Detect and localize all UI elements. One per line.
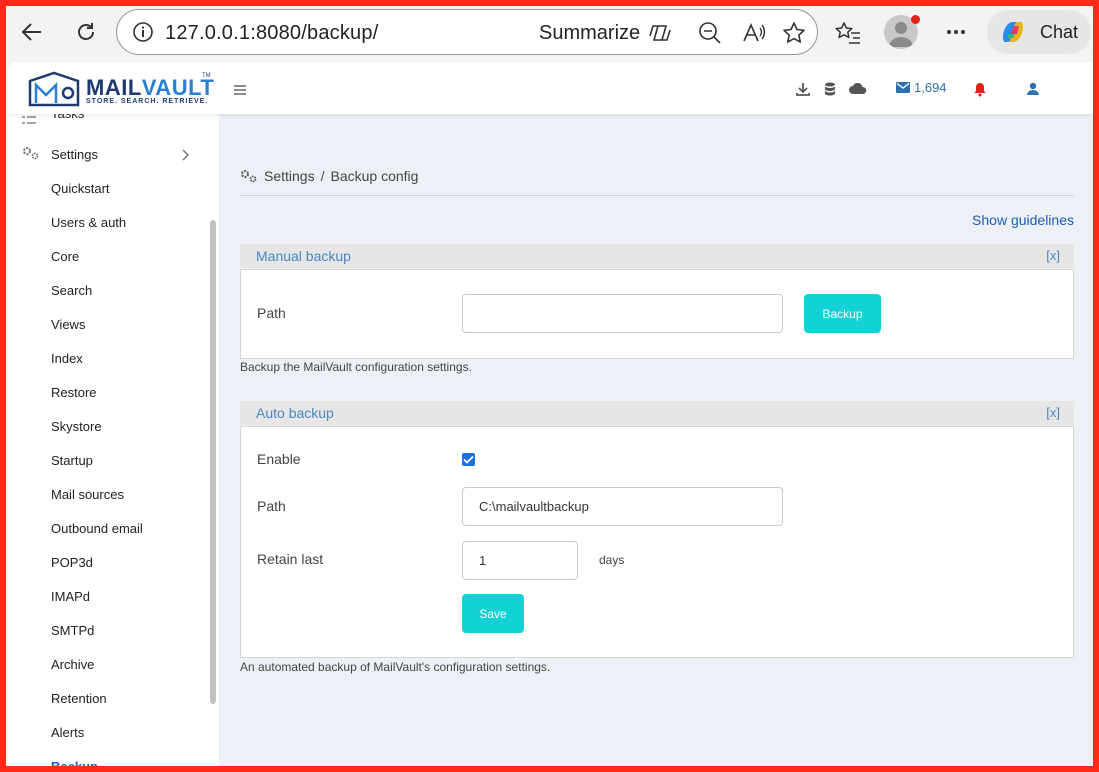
summarize-button[interactable]: Summarize: [539, 22, 640, 45]
manual-backup-title: Manual backup: [256, 248, 351, 264]
sidebar-item-alerts[interactable]: Alerts: [51, 725, 84, 740]
back-icon[interactable]: [18, 18, 46, 46]
chevron-right-icon[interactable]: [182, 148, 190, 166]
manual-backup-header: Manual backup [x]: [240, 244, 1074, 268]
sidebar-item-restore[interactable]: Restore: [51, 385, 97, 400]
sidebar-item-search[interactable]: Search: [51, 283, 92, 298]
browser-toolbar: 127.0.0.1:8080/backup/ Summarize Chat: [6, 6, 1093, 60]
hamburger-menu-icon[interactable]: [234, 82, 246, 95]
retain-label: Retain last: [257, 551, 324, 567]
info-icon[interactable]: [131, 20, 157, 46]
main-content: Settings / Backup config Show guidelines…: [240, 62, 1074, 766]
sidebar-item-core[interactable]: Core: [51, 249, 79, 264]
sidebar-scrollbar[interactable]: [210, 220, 216, 704]
enable-label: Enable: [257, 451, 301, 467]
retain-days-input[interactable]: 1: [462, 541, 578, 580]
manual-path-label: Path: [257, 305, 286, 321]
manual-backup-note: Backup the MailVault configuration setti…: [240, 360, 472, 374]
settings-sidebar: Tasks Settings Quickstart Users & auth Cor…: [8, 62, 219, 766]
chat-label: Chat: [1040, 22, 1079, 42]
app-page: MAILVAULT TM STORE. SEARCH. RETRIEVE. 1,…: [8, 62, 1093, 766]
auto-backup-header: Auto backup [x]: [240, 401, 1074, 425]
notification-dot: [911, 15, 920, 24]
sidebar-item-index[interactable]: Index: [51, 351, 83, 366]
enable-checkbox[interactable]: [462, 453, 475, 466]
auto-backup-title: Auto backup: [256, 405, 334, 421]
auto-path-input[interactable]: C:\mailvaultbackup: [462, 487, 783, 526]
backup-button[interactable]: Backup: [804, 294, 881, 333]
sidebar-item-users-auth[interactable]: Users & auth: [51, 215, 126, 230]
tasks-icon: [22, 112, 36, 130]
auto-backup-close[interactable]: [x]: [1046, 405, 1060, 420]
app-header: MAILVAULT TM STORE. SEARCH. RETRIEVE. 1,…: [8, 62, 1093, 114]
copilot-summarize-icon[interactable]: [647, 20, 673, 46]
sidebar-item-pop3d[interactable]: POP3d: [51, 555, 93, 570]
breadcrumb-separator: /: [320, 168, 325, 184]
manual-path-input[interactable]: [462, 294, 783, 333]
read-aloud-icon[interactable]: [741, 20, 767, 46]
check-icon: [463, 455, 474, 464]
more-icon[interactable]: [942, 18, 970, 46]
settings-gears-icon: [241, 170, 257, 183]
download-icon[interactable]: [795, 81, 811, 97]
breadcrumb: Settings / Backup config: [240, 168, 418, 184]
zoom-out-icon[interactable]: [697, 20, 723, 46]
sidebar-item-outbound-email[interactable]: Outbound email: [51, 521, 143, 536]
copilot-chat-button[interactable]: Chat: [987, 10, 1091, 54]
refresh-icon[interactable]: [72, 18, 100, 46]
sidebar-item-settings[interactable]: Settings: [51, 147, 98, 162]
show-guidelines-link[interactable]: Show guidelines: [972, 212, 1074, 228]
address-bar[interactable]: 127.0.0.1:8080/backup/ Summarize: [116, 9, 818, 55]
cloud-icon[interactable]: [848, 81, 868, 97]
logo-tagline: STORE. SEARCH. RETRIEVE.: [86, 98, 209, 105]
mail-count-text: 1,694: [914, 80, 947, 95]
sidebar-item-retention[interactable]: Retention: [51, 691, 107, 706]
sidebar-item-startup[interactable]: Startup: [51, 453, 93, 468]
sidebar-item-views[interactable]: Views: [51, 317, 85, 332]
settings-gears-icon: [22, 146, 40, 165]
breadcrumb-divider: [240, 195, 1074, 196]
logo-tm: TM: [202, 73, 211, 79]
browser-window: 127.0.0.1:8080/backup/ Summarize Chat MA…: [6, 6, 1093, 766]
url-text[interactable]: 127.0.0.1:8080/backup/: [165, 22, 378, 45]
auto-path-label: Path: [257, 498, 286, 514]
user-icon[interactable]: [1025, 81, 1041, 97]
sidebar-item-archive[interactable]: Archive: [51, 657, 94, 672]
mailvault-logo[interactable]: MAILVAULT TM STORE. SEARCH. RETRIEVE.: [28, 71, 214, 107]
auto-backup-note: An automated backup of MailVault's confi…: [240, 660, 551, 674]
retain-unit: days: [599, 553, 625, 567]
vault-logo-icon: [28, 71, 80, 107]
bell-icon[interactable]: [972, 81, 988, 97]
logo-word-a: MAIL: [86, 75, 142, 100]
sidebar-item-skystore[interactable]: Skystore: [51, 419, 102, 434]
auto-backup-panel: Enable Path C:\mailvaultbackup Retain la…: [240, 426, 1074, 658]
envelope-icon: [896, 82, 910, 93]
copilot-icon: [997, 16, 1029, 48]
manual-backup-panel: Path Backup: [240, 269, 1074, 359]
sidebar-item-imapd[interactable]: IMAPd: [51, 589, 90, 604]
save-button[interactable]: Save: [462, 594, 524, 633]
breadcrumb-root[interactable]: Settings: [264, 168, 315, 184]
mail-count-link[interactable]: 1,694: [896, 80, 947, 95]
favorite-star-icon[interactable]: [781, 20, 807, 46]
sidebar-item-smtpd[interactable]: SMTPd: [51, 623, 94, 638]
breadcrumb-current: Backup config: [330, 168, 419, 184]
database-icon[interactable]: [822, 81, 838, 97]
sidebar-item-mail-sources[interactable]: Mail sources: [51, 487, 124, 502]
sidebar-item-quickstart[interactable]: Quickstart: [51, 181, 110, 196]
manual-backup-close[interactable]: [x]: [1046, 248, 1060, 263]
sidebar-item-backup[interactable]: Backup: [51, 759, 98, 766]
favorites-list-icon[interactable]: [834, 19, 862, 47]
